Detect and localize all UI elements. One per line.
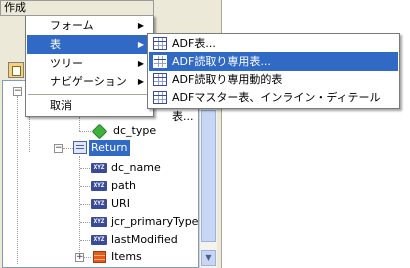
refresh-icon[interactable] <box>8 62 24 78</box>
menu-item-adf-master-inline-detail-table[interactable]: ADFマスター表、インライン・ディテール表... <box>149 88 398 123</box>
xyz-attribute-icon: XYZ <box>91 199 107 209</box>
menu-item-cancel[interactable]: 取消 <box>27 96 152 115</box>
tree-guide-line <box>79 156 80 256</box>
menu-item-adf-readonly-dynamic-table[interactable]: ADF読取り専用動的表 <box>149 70 398 89</box>
tree-guide-line <box>80 186 90 187</box>
tree-guide-line <box>17 96 18 264</box>
menu-item-navigation[interactable]: ナビゲーション ▶ <box>27 72 152 91</box>
table-icon <box>153 91 167 104</box>
table-icon <box>153 37 167 50</box>
submenu-arrow-icon: ▶ <box>137 40 144 49</box>
tree-guide-line <box>29 112 30 152</box>
tree-guide-line <box>80 204 90 205</box>
submenu-arrow-icon: ▶ <box>137 77 144 86</box>
tree-guide-line <box>63 148 73 149</box>
xyz-attribute-icon: XYZ <box>91 217 107 227</box>
menu-item-form[interactable]: フォーム ▶ <box>27 16 152 35</box>
xyz-attribute-icon: XYZ <box>91 163 107 173</box>
menu-item-adf-table[interactable]: ADF表... <box>149 34 398 53</box>
items-expander[interactable]: + <box>75 253 84 262</box>
table-submenu: ADF表... ADF読取り専用表... ADF読取り専用動的表 ADFマスター… <box>147 33 400 123</box>
menu-item-adf-readonly-table[interactable]: ADF読取り専用表... <box>149 52 398 71</box>
table-icon <box>153 55 167 68</box>
scrollbar-thumb[interactable] <box>201 110 216 242</box>
create-menu-title: 作成 <box>0 0 154 16</box>
tree-guide-line <box>80 240 90 241</box>
collection-icon <box>93 251 106 263</box>
tree-guide-line <box>80 168 90 169</box>
return-icon <box>73 141 87 154</box>
xyz-attribute-icon: XYZ <box>91 181 107 191</box>
tree-guide-line <box>79 131 91 132</box>
submenu-arrow-icon: ▶ <box>137 59 144 68</box>
scroll-down-button[interactable]: ▼ <box>201 250 216 266</box>
return-expander[interactable]: − <box>54 144 63 153</box>
menu-item-table[interactable]: 表 ▶ <box>27 35 152 54</box>
menu-item-tree[interactable]: ツリー ▶ <box>27 54 152 73</box>
create-context-menu: フォーム ▶ 表 ▶ ツリー ▶ ナビゲーション ▶ 取消 <box>25 15 154 117</box>
green-cube-icon <box>91 123 108 140</box>
tree-guide-line <box>79 117 80 131</box>
menu-separator <box>28 94 149 95</box>
tree-guide-line <box>80 222 90 223</box>
tree-guide-line <box>84 257 91 258</box>
table-icon <box>153 73 167 86</box>
tree-expander[interactable]: − <box>13 87 22 96</box>
submenu-arrow-icon: ▶ <box>137 21 144 30</box>
xyz-attribute-icon: XYZ <box>91 235 107 245</box>
